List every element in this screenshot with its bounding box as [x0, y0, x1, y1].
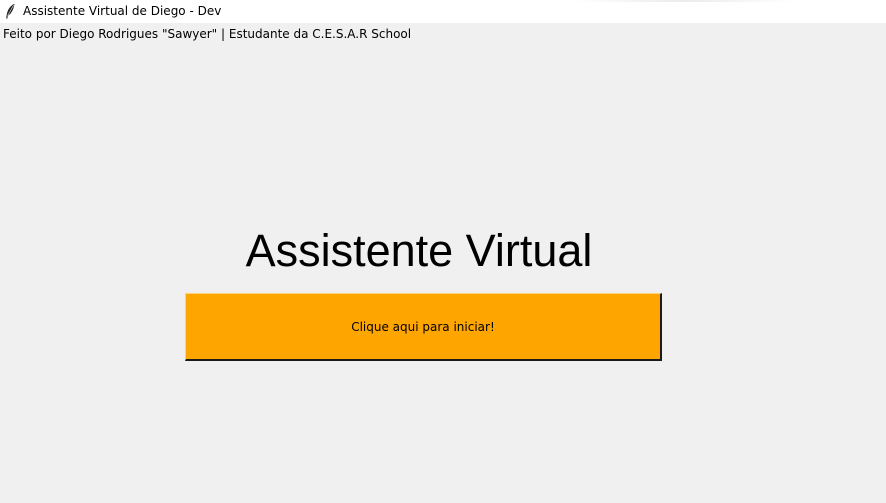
app-window: Assistente Virtual de Diego - Dev Feito … [0, 0, 886, 503]
start-button[interactable]: Clique aqui para iniciar! [185, 293, 662, 361]
titlebar-edge [572, 0, 796, 2]
window-title: Assistente Virtual de Diego - Dev [23, 4, 222, 18]
feather-icon [4, 3, 16, 19]
title-bar[interactable]: Assistente Virtual de Diego - Dev [0, 0, 886, 23]
credit-label: Feito por Diego Rodrigues "Sawyer" | Est… [3, 27, 412, 41]
start-button-label: Clique aqui para iniciar! [351, 319, 495, 334]
page-title: Assistente Virtual [245, 225, 593, 276]
